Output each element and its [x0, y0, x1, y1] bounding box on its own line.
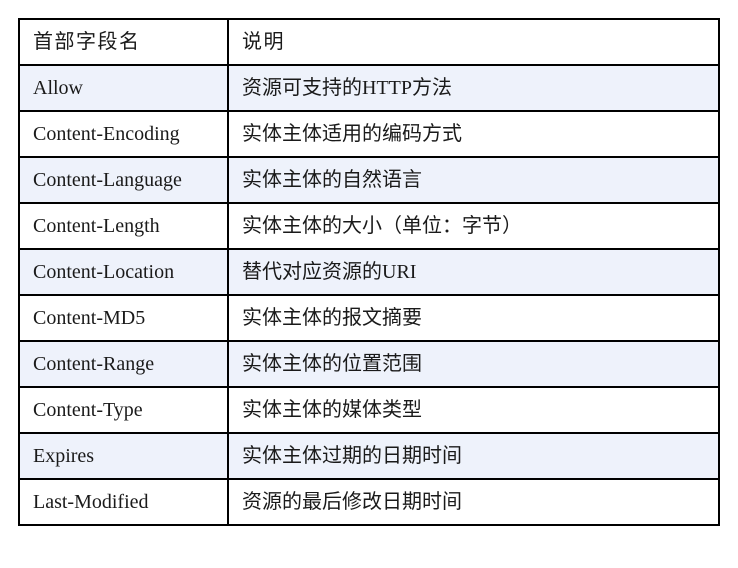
table-row: Allow 资源可支持的HTTP方法 [18, 64, 720, 112]
column-header-description: 说明 [227, 18, 720, 66]
entity-header-fields-table-container: 首部字段名 说明 Allow 资源可支持的HTTP方法 Content-Encoding… [18, 18, 720, 526]
cell-description: 实体主体适用的编码方式 [227, 110, 720, 158]
cell-description: 实体主体过期的日期时间 [227, 432, 720, 480]
table-header-row: 首部字段名 说明 [18, 18, 720, 66]
cell-field-name: Content-Length [18, 202, 229, 250]
table-row: Content-Range 实体主体的位置范围 [18, 340, 720, 388]
cell-description: 实体主体的媒体类型 [227, 386, 720, 434]
cell-description: 替代对应资源的URI [227, 248, 720, 296]
cell-field-name: Content-Type [18, 386, 229, 434]
table-row: Expires 实体主体过期的日期时间 [18, 432, 720, 480]
column-header-field-name: 首部字段名 [18, 18, 229, 66]
cell-field-name: Content-Location [18, 248, 229, 296]
cell-description: 资源的最后修改日期时间 [227, 478, 720, 526]
cell-description: 实体主体的自然语言 [227, 156, 720, 204]
table-row: Content-MD5 实体主体的报文摘要 [18, 294, 720, 342]
table-row: Content-Location 替代对应资源的URI [18, 248, 720, 296]
cell-description: 实体主体的位置范围 [227, 340, 720, 388]
table-row: Content-Type 实体主体的媒体类型 [18, 386, 720, 434]
cell-field-name: Content-Encoding [18, 110, 229, 158]
cell-field-name: Expires [18, 432, 229, 480]
cell-field-name: Content-Range [18, 340, 229, 388]
cell-field-name: Content-MD5 [18, 294, 229, 342]
table-row: Content-Language 实体主体的自然语言 [18, 156, 720, 204]
table-row: Content-Encoding 实体主体适用的编码方式 [18, 110, 720, 158]
cell-field-name: Content-Language [18, 156, 229, 204]
cell-description: 资源可支持的HTTP方法 [227, 64, 720, 112]
cell-field-name: Allow [18, 64, 229, 112]
entity-header-fields-table: 首部字段名 说明 Allow 资源可支持的HTTP方法 Content-Encoding… [18, 18, 720, 526]
cell-description: 实体主体的报文摘要 [227, 294, 720, 342]
table-row: Last-Modified 资源的最后修改日期时间 [18, 478, 720, 526]
table-row: Content-Length 实体主体的大小（单位：字节） [18, 202, 720, 250]
cell-description: 实体主体的大小（单位：字节） [227, 202, 720, 250]
cell-field-name: Last-Modified [18, 478, 229, 526]
